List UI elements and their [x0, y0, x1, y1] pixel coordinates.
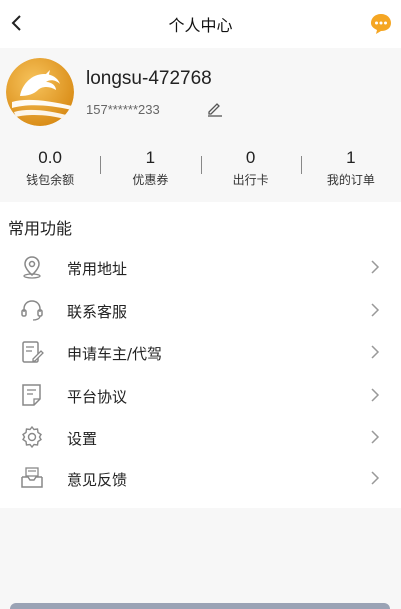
stat-label: 我的订单	[326, 173, 375, 187]
menu-item-settings[interactable]: 设置	[0, 416, 401, 458]
phone-number: 157******233	[86, 102, 160, 117]
bottom-action-bar[interactable]	[10, 603, 390, 609]
chat-bubble-icon	[371, 14, 391, 34]
location-pin-icon	[23, 256, 41, 279]
menu-item-customer-service[interactable]: 联系客服	[0, 289, 401, 331]
menu-item-platform-agreement[interactable]: 平台协议	[0, 374, 401, 416]
menu-item-apply-driver[interactable]: 申请车主/代驾	[0, 331, 401, 373]
chevron-right-icon	[371, 471, 380, 485]
headset-icon	[21, 300, 43, 321]
stat-value: 0.0	[38, 148, 62, 167]
feedback-inbox-icon	[21, 467, 43, 488]
chevron-right-icon	[371, 345, 380, 359]
username: longsu-472768	[86, 68, 212, 89]
page-title: 个人中心	[168, 16, 233, 35]
dragon-logo	[6, 58, 74, 126]
chevron-right-icon	[371, 388, 380, 402]
profile-header: longsu-472768 157******233	[0, 48, 401, 132]
gear-icon	[22, 425, 42, 449]
avatar[interactable]	[6, 58, 74, 126]
document-icon	[22, 384, 41, 406]
stat-divider	[200, 156, 202, 174]
message-button[interactable]	[369, 12, 393, 36]
stat-value: 0	[245, 148, 256, 167]
stat-label: 钱包余额	[26, 173, 75, 187]
stat-coupons[interactable]: 1 优惠券	[100, 140, 200, 192]
stat-label: 优惠券	[132, 173, 169, 187]
chevron-right-icon	[371, 303, 380, 317]
menu-label: 联系客服	[67, 303, 128, 321]
account-stats: 0.0 钱包余额 1 优惠券 0 出行卡 1 我的订单	[0, 140, 401, 192]
common-functions-section: 常用功能 常用地址 联系客服 申请车主/代驾 平台协议 设置 意见反馈	[0, 202, 401, 508]
chevron-right-icon	[371, 430, 380, 444]
stat-travel-card[interactable]: 0 出行卡	[200, 140, 301, 192]
stat-orders[interactable]: 1 我的订单	[300, 140, 401, 192]
menu-label: 常用地址	[67, 260, 128, 278]
top-nav-bar: 个人中心	[0, 0, 401, 48]
section-title: 常用功能	[8, 219, 73, 238]
edit-document-icon	[22, 341, 44, 363]
pencil-icon	[208, 103, 222, 117]
menu-item-feedback[interactable]: 意见反馈	[0, 457, 401, 499]
menu-item-common-address[interactable]: 常用地址	[0, 246, 401, 288]
menu-label: 平台协议	[67, 388, 128, 406]
stat-label: 出行卡	[232, 173, 269, 187]
stat-wallet[interactable]: 0.0 钱包余额	[0, 140, 100, 192]
stat-value: 1	[346, 148, 356, 167]
stat-value: 1	[145, 148, 156, 167]
chevron-right-icon	[371, 260, 380, 274]
stat-divider	[300, 156, 302, 174]
menu-label: 设置	[67, 430, 98, 448]
stat-divider	[100, 156, 102, 174]
edit-profile-button[interactable]	[206, 99, 224, 117]
menu-label: 申请车主/代驾	[67, 345, 163, 363]
menu-label: 意见反馈	[67, 471, 128, 489]
